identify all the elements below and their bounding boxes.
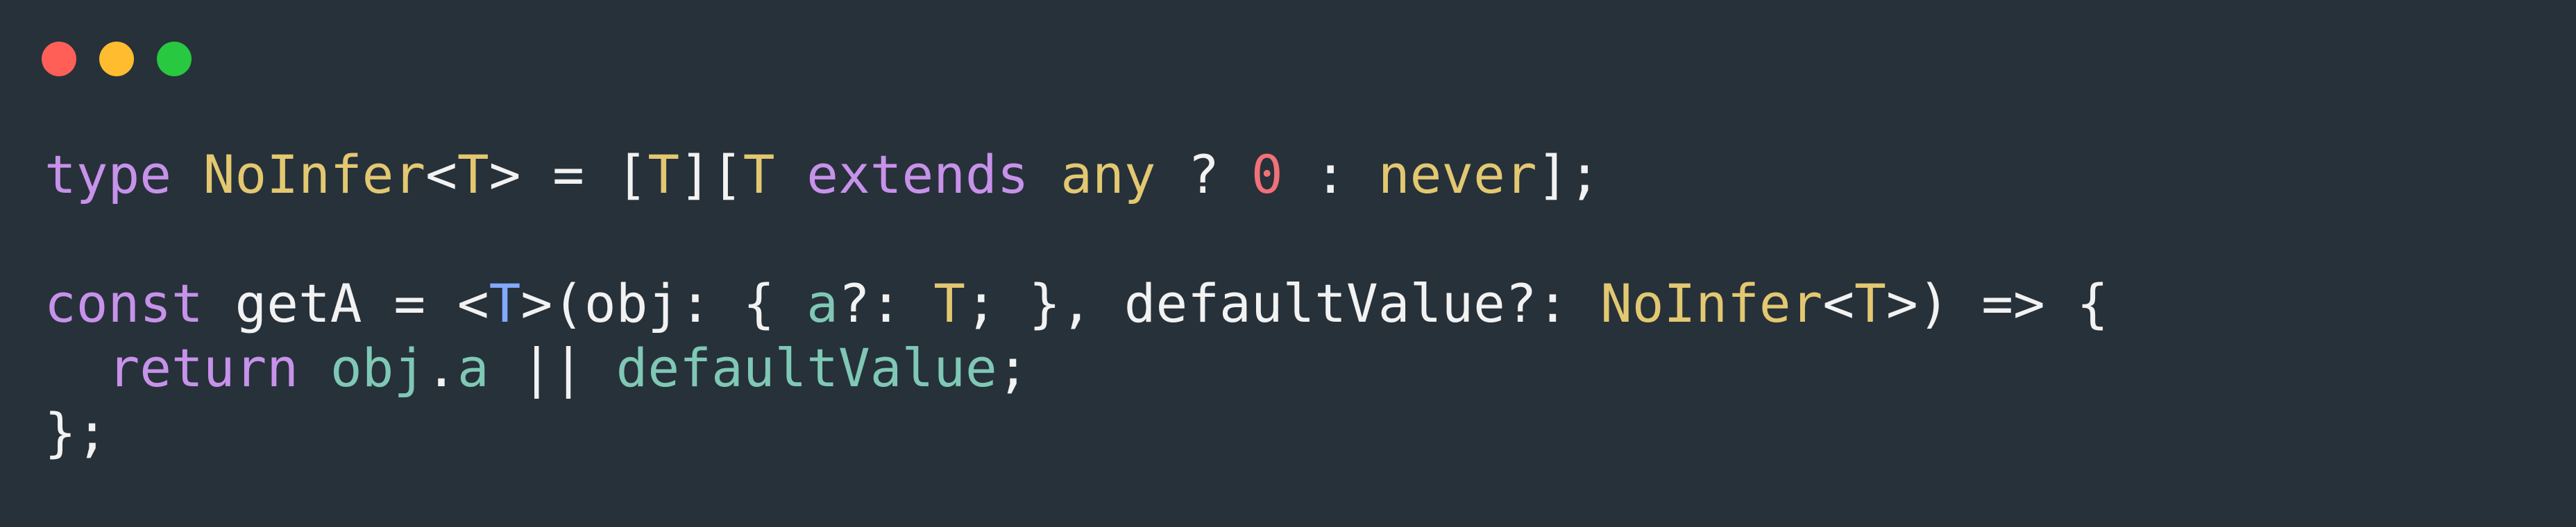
code-token: T <box>743 144 775 205</box>
code-line: type NoInfer<T> = [T][T extends any ? 0 … <box>44 142 2108 207</box>
code-token: any <box>1060 144 1156 205</box>
code-token: T <box>489 273 521 334</box>
code-token: ? <box>1155 144 1251 205</box>
code-token: T <box>647 144 680 205</box>
code-line: }; <box>44 400 2108 465</box>
code-token: const <box>44 273 203 334</box>
minimize-button[interactable] <box>99 42 134 76</box>
code-token: T <box>1854 273 1886 334</box>
code-token: type <box>44 144 172 205</box>
code-token: >(obj: { <box>520 273 807 334</box>
code-token: extends <box>806 144 1029 205</box>
code-token: >) => { <box>1886 273 2109 334</box>
code-token: NoInfer <box>203 144 426 205</box>
code-token: ][ <box>679 144 743 205</box>
code-token: a <box>806 273 838 334</box>
code-token: T <box>933 273 965 334</box>
maximize-button[interactable] <box>157 42 192 76</box>
code-token: }; <box>44 401 108 463</box>
code-token: ; <box>997 337 1029 399</box>
code-token: < <box>1822 273 1855 334</box>
code-token: never <box>1378 144 1537 205</box>
code-token: ]; <box>1536 144 1601 205</box>
code-token: getA = < <box>203 273 489 334</box>
code-token: a <box>457 337 489 399</box>
code-token: defaultValue <box>616 337 997 399</box>
code-token: obj <box>330 337 426 399</box>
code-token: return <box>108 337 299 399</box>
code-token: T <box>457 144 489 205</box>
code-token: NoInfer <box>1600 273 1823 334</box>
code-token: < <box>425 144 457 205</box>
code-token: : <box>1282 144 1378 205</box>
code-token: 0 <box>1251 144 1283 205</box>
code-token: > = [ <box>489 144 648 205</box>
close-button[interactable] <box>42 42 76 76</box>
code-line: const getA = <T>(obj: { a?: T; }, defaul… <box>44 271 2108 336</box>
code-line: return obj.a || defaultValue; <box>44 336 2108 400</box>
code-token: . <box>425 337 457 399</box>
code-token: ; }, defaultValue?: <box>965 273 1601 334</box>
code-token: ?: <box>838 273 934 334</box>
code-token: || <box>489 337 616 399</box>
code-window: type NoInfer<T> = [T][T extends any ? 0 … <box>0 0 2576 527</box>
code-block: type NoInfer<T> = [T][T extends any ? 0 … <box>44 142 2108 465</box>
window-controls <box>42 42 192 76</box>
